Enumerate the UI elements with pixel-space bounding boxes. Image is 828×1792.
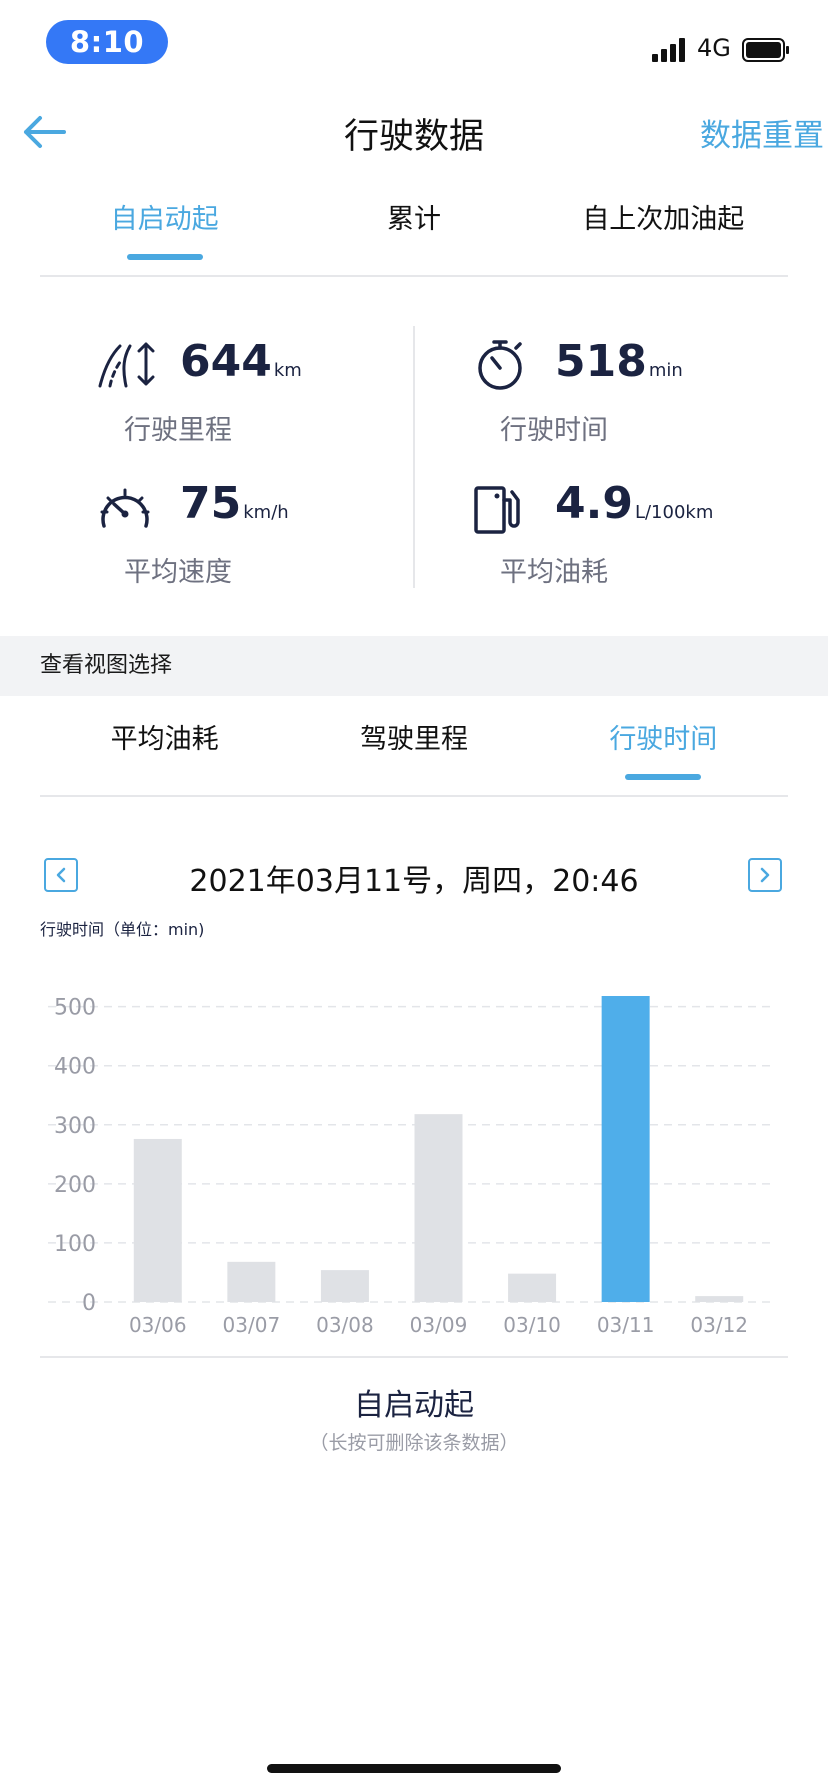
- data-reset-button[interactable]: 数据重置: [700, 110, 824, 155]
- bar: [320, 1270, 369, 1302]
- drive-time-label: 行驶时间: [500, 415, 608, 446]
- chart-bottom-divider: [40, 1356, 788, 1358]
- avg-fuel-label: 平均油耗: [500, 557, 608, 588]
- x-tick-label: 03/08: [316, 1313, 374, 1337]
- x-tick-label: 03/10: [503, 1313, 561, 1337]
- bar: [227, 1261, 276, 1302]
- tab-drive-mileage[interactable]: 驾驶里程: [289, 710, 538, 770]
- x-tick-label: 03/06: [129, 1313, 187, 1337]
- home-indicator[interactable]: [267, 1764, 561, 1773]
- caption-hint: （长按可删除该条数据）: [309, 1432, 519, 1454]
- network-type: 4G: [697, 34, 731, 62]
- status-time: 8:10: [46, 20, 168, 64]
- y-tick-label: 0: [82, 1291, 96, 1316]
- caption-title: 自启动起: [354, 1388, 474, 1423]
- avg-speed-label: 平均速度: [124, 557, 232, 588]
- x-tick-label: 03/07: [223, 1313, 281, 1337]
- y-tick-label: 300: [54, 1114, 96, 1139]
- bar: [133, 1138, 182, 1302]
- speedometer-icon: [100, 488, 150, 528]
- avg-speed-value: 75 km/h: [180, 478, 289, 529]
- period-tabs: 自启动起 累计 自上次加油起: [40, 190, 788, 250]
- tab-avg-fuel[interactable]: 平均油耗: [40, 710, 289, 770]
- mileage-value: 644 km: [180, 336, 302, 387]
- view-tabs: 平均油耗 驾驶里程 行驶时间: [40, 710, 788, 770]
- tab-since-refuel[interactable]: 自上次加油起: [539, 190, 788, 250]
- cellular-signal-icon: [652, 38, 688, 62]
- view-section-title: 查看视图选择: [0, 636, 828, 696]
- view-tabs-divider: [40, 795, 788, 797]
- drive-time-value: 518 min: [555, 336, 683, 387]
- drive-time-bar-chart: 0 100 200 300 400 500 03/06 03/07 03/08 03/09 03/1…: [48, 996, 770, 1337]
- tab-cumulative[interactable]: 累计: [289, 190, 538, 250]
- bar: [695, 1296, 744, 1302]
- x-tick-label: 03/12: [690, 1313, 748, 1337]
- mileage-label: 行驶里程: [124, 415, 232, 446]
- stats-divider: [413, 326, 415, 588]
- x-tick-label: 03/09: [410, 1313, 468, 1337]
- x-tick-label: 03/11: [597, 1313, 655, 1337]
- next-date-button[interactable]: [748, 858, 782, 892]
- bar: [414, 1114, 463, 1302]
- fuel-pump-icon: [474, 486, 520, 534]
- chevron-right-icon: [760, 867, 770, 883]
- tabs-divider: [40, 275, 788, 277]
- date-label: 2021年03月11号，周四，20:46: [189, 864, 639, 899]
- prev-date-button[interactable]: [44, 858, 78, 892]
- bar: [601, 996, 650, 1302]
- chart-unit-label: 行驶时间（单位：min): [40, 920, 205, 939]
- y-tick-label: 500: [54, 996, 96, 1021]
- y-tick-label: 200: [54, 1173, 96, 1198]
- chevron-left-icon: [56, 867, 66, 883]
- tab-since-start[interactable]: 自启动起: [40, 190, 289, 250]
- tab-drive-time[interactable]: 行驶时间: [539, 710, 788, 770]
- y-tick-label: 100: [54, 1232, 96, 1257]
- avg-fuel-value: 4.9 L/100km: [555, 478, 714, 529]
- road-mileage-icon: [98, 342, 155, 388]
- y-tick-label: 400: [54, 1055, 96, 1080]
- stopwatch-icon: [478, 340, 522, 390]
- bar: [508, 1273, 557, 1302]
- battery-icon: [742, 38, 789, 62]
